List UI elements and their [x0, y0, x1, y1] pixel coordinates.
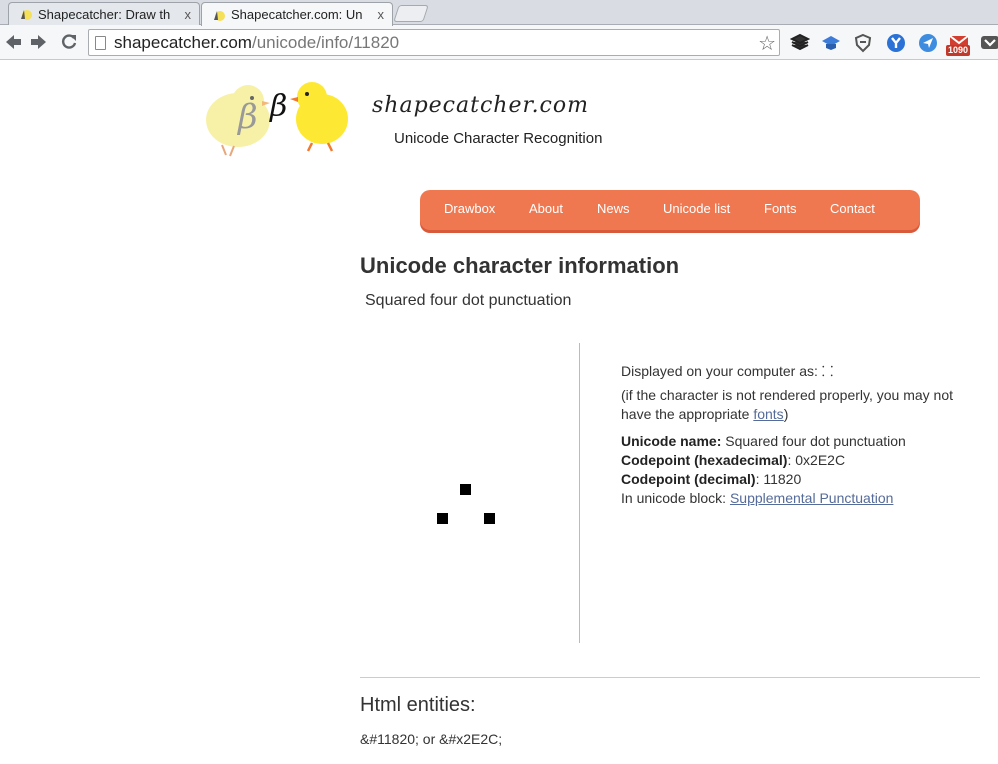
send-extension-icon[interactable] — [918, 33, 938, 53]
mail-count-badge: 1090 — [946, 45, 971, 56]
glyph-dot-right — [484, 513, 495, 524]
tab-shapecatcher-unicode[interactable]: Shapecatcher.com: Un x — [201, 2, 393, 26]
fonts-link[interactable]: fonts — [753, 406, 783, 422]
render-note-close: ) — [783, 406, 789, 422]
browser-toolbar: shapecatcher.com/unicode/info/11820 ☆ 10… — [0, 25, 998, 60]
codepoint-decimal-value: : 11820 — [755, 471, 802, 487]
url-host: shapecatcher.com — [114, 33, 252, 52]
codepoint-hex-label: Codepoint (hexadecimal) — [621, 452, 788, 468]
codepoint-decimal-row: Codepoint (decimal): 11820 — [621, 470, 971, 489]
unicode-name-value: Squared four dot punctuation — [725, 433, 906, 449]
logo-beta-light: β — [238, 97, 258, 137]
main-navbar: Drawbox About News Unicode list Fonts Co… — [420, 190, 920, 230]
glyph-dot-top — [460, 484, 471, 495]
unicode-block-row: In unicode block: Supplemental Punctuati… — [621, 489, 971, 508]
character-name-heading: Squared four dot punctuation — [365, 292, 572, 309]
html-entities-text: &#11820; or &#x2E2C; — [360, 731, 503, 747]
pocket-extension-icon[interactable] — [980, 33, 998, 53]
displayed-as-label: Displayed on your computer as: — [621, 363, 818, 379]
address-bar[interactable]: shapecatcher.com/unicode/info/11820 ☆ — [88, 29, 780, 56]
glyph-preview-panel — [360, 343, 580, 643]
page-icon — [95, 36, 106, 50]
render-note: (if the character is not rendered proper… — [621, 386, 971, 424]
section-divider — [360, 677, 980, 678]
tab-close-icon[interactable]: x — [378, 7, 385, 22]
displayed-glyph: ⸬ — [821, 363, 834, 379]
glyph-dot-left — [437, 513, 448, 524]
nav-about[interactable]: About — [529, 201, 563, 216]
url-text[interactable]: shapecatcher.com/unicode/info/11820 — [114, 33, 399, 53]
shield-extension-icon[interactable] — [853, 33, 873, 53]
unicode-name-row: Unicode name: Squared four dot punctuati… — [621, 432, 971, 451]
tab-title: Shapecatcher: Draw th — [38, 6, 171, 22]
nav-contact[interactable]: Contact — [830, 201, 875, 216]
codepoint-hex-value: : 0x2E2C — [787, 452, 846, 468]
codepoint-decimal-label: Codepoint (decimal) — [621, 471, 756, 487]
tab-shapecatcher-drawbox[interactable]: Shapecatcher: Draw th x — [8, 2, 200, 25]
page-title: Unicode character information — [360, 253, 680, 278]
chick-favicon-icon — [21, 10, 32, 20]
layers-extension-icon[interactable] — [790, 33, 810, 53]
reload-icon[interactable] — [58, 31, 80, 53]
forward-arrow-icon[interactable] — [28, 31, 50, 53]
nav-news[interactable]: News — [597, 201, 630, 216]
new-tab-button[interactable] — [393, 5, 429, 22]
chick-favicon-icon — [214, 10, 225, 21]
unicode-block-label: In unicode block: — [621, 490, 730, 506]
back-arrow-icon[interactable] — [2, 31, 24, 53]
displayed-as-row: Displayed on your computer as: ⸬ — [621, 362, 971, 381]
graduation-cap-extension-icon[interactable] — [821, 33, 841, 53]
tab-close-icon[interactable]: x — [185, 7, 192, 22]
unicode-name-label: Unicode name: — [621, 433, 722, 449]
codepoint-hex-row: Codepoint (hexadecimal): 0x2E2C — [621, 451, 971, 470]
character-info: Displayed on your computer as: ⸬ (if the… — [621, 362, 971, 508]
site-logo[interactable]: β β — [200, 75, 620, 165]
nav-drawbox[interactable]: Drawbox — [444, 201, 495, 216]
html-entities-heading: Html entities: — [360, 694, 476, 716]
site-title[interactable]: shapecatcher.com — [372, 93, 589, 118]
star-icon[interactable]: ☆ — [758, 31, 776, 56]
nav-unicode-list[interactable]: Unicode list — [663, 201, 730, 216]
y-extension-icon[interactable] — [886, 33, 906, 53]
logo-beta-dark: β — [270, 89, 288, 124]
tab-title: Shapecatcher.com: Un — [231, 7, 363, 22]
site-subtitle: Unicode Character Recognition — [394, 130, 603, 147]
tab-strip: Shapecatcher: Draw th x Shapecatcher.com… — [0, 0, 998, 26]
unicode-block-link[interactable]: Supplemental Punctuation — [730, 490, 893, 506]
url-path: /unicode/info/11820 — [251, 33, 400, 52]
nav-fonts[interactable]: Fonts — [764, 201, 797, 216]
